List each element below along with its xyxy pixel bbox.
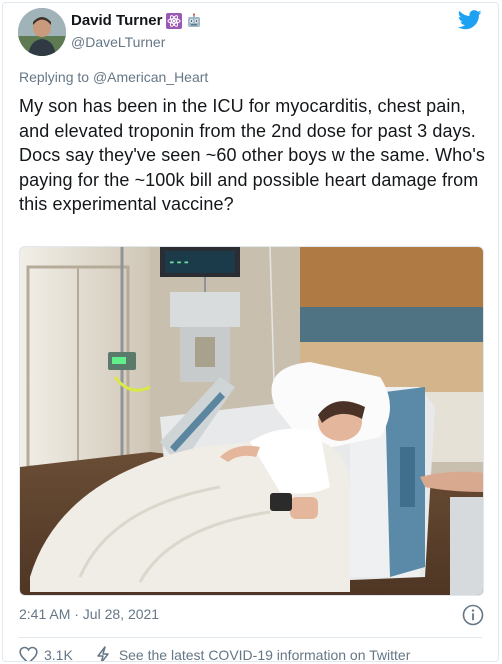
tweet-photo[interactable]: ▬ ▬ ▬ (19, 246, 484, 596)
svg-text:▬ ▬ ▬: ▬ ▬ ▬ (170, 259, 188, 266)
avatar-photo (18, 8, 66, 56)
display-name[interactable]: David Turner (71, 12, 162, 29)
hospital-photo: ▬ ▬ ▬ (20, 247, 483, 595)
like-button[interactable]: 3.1K (19, 646, 73, 662)
tweet-card: David Turner @DaveLTurner Replying to @A… (2, 2, 499, 662)
atom-symbol-emoji (166, 12, 183, 29)
covid-info-link[interactable]: See the latest COVID-19 information on T… (95, 646, 411, 662)
robot-face-emoji (186, 12, 202, 29)
divider (19, 637, 482, 638)
replying-to: Replying to @American_Heart (19, 69, 208, 85)
lightning-icon (97, 646, 109, 661)
reply-target-link[interactable]: @American_Heart (93, 69, 208, 85)
name-row: David Turner (71, 12, 202, 29)
user-handle[interactable]: @DaveLTurner (71, 34, 165, 50)
twitter-bird-icon[interactable] (458, 9, 482, 31)
covid-info-text: See the latest COVID-19 information on T… (118, 647, 411, 662)
tweet-timestamp[interactable]: 2:41 AM · Jul 28, 2021 (19, 606, 159, 622)
action-bar: 3.1K See the latest COVID-19 information… (19, 646, 411, 662)
heart-icon (19, 646, 38, 661)
avatar[interactable] (18, 8, 66, 56)
info-icon[interactable] (462, 604, 484, 626)
tweet-text: My son has been in the ICU for myocardit… (19, 96, 491, 214)
like-count: 3.1K (44, 647, 73, 662)
replying-to-prefix: Replying to (19, 69, 93, 85)
